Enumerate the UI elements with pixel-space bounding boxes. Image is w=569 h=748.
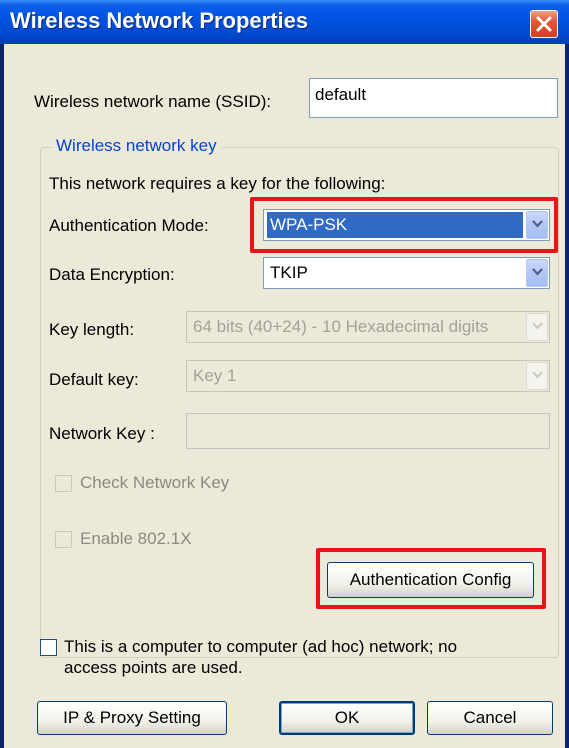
ssid-label: Wireless network name (SSID): <box>34 92 272 111</box>
chevron-down-icon <box>532 322 543 330</box>
default-key-label: Default key: <box>49 370 139 389</box>
key-length-label: Key length: <box>49 320 135 339</box>
group-legend: Wireless network key <box>52 136 221 156</box>
dialog-client-area: Wireless network name (SSID): default Wi… <box>4 44 565 748</box>
auth-mode-label: Authentication Mode: <box>49 216 209 235</box>
encryption-value: TKIP <box>270 263 308 282</box>
close-button[interactable] <box>530 10 558 38</box>
auth-config-highlight-box <box>316 548 546 609</box>
default-key-select[interactable]: Key 1 <box>186 360 550 392</box>
enable-8021x-label: Enable 802.1X <box>80 529 192 548</box>
ok-button[interactable]: OK <box>279 701 415 735</box>
adhoc-checkbox[interactable] <box>40 639 57 656</box>
encryption-dropdown-button[interactable] <box>526 259 548 287</box>
title-bar[interactable]: Wireless Network Properties <box>0 0 569 44</box>
enable-8021x-checkbox[interactable] <box>55 531 72 548</box>
auth-mode-highlight-box <box>250 197 558 253</box>
encryption-select[interactable]: TKIP <box>263 257 550 289</box>
chevron-down-icon <box>532 268 543 276</box>
network-key-input[interactable] <box>186 413 550 449</box>
key-length-value: 64 bits (40+24) - 10 Hexadecimal digits <box>193 317 489 336</box>
cancel-button[interactable]: Cancel <box>427 701 553 735</box>
window-title: Wireless Network Properties <box>10 8 309 33</box>
close-icon <box>536 16 552 32</box>
default-key-dropdown-button[interactable] <box>526 362 548 390</box>
group-intro-text: This network requires a key for the foll… <box>49 174 386 193</box>
check-network-key-checkbox[interactable] <box>55 475 72 492</box>
ip-proxy-setting-button[interactable]: IP & Proxy Setting <box>37 701 227 735</box>
key-length-select[interactable]: 64 bits (40+24) - 10 Hexadecimal digits <box>186 311 550 343</box>
key-length-dropdown-button[interactable] <box>526 313 548 341</box>
chevron-down-icon <box>532 371 543 379</box>
default-key-value: Key 1 <box>193 366 237 385</box>
adhoc-label-line1: This is a computer to computer (ad hoc) … <box>64 637 458 656</box>
network-key-label: Network Key : <box>49 424 155 443</box>
check-network-key-label: Check Network Key <box>80 473 230 492</box>
ssid-input[interactable]: default <box>309 78 558 118</box>
encryption-label: Data Encryption: <box>49 265 175 284</box>
dialog-window: Wireless Network Properties Wireless net… <box>0 0 569 748</box>
adhoc-label-line2: access points are used. <box>64 658 243 677</box>
